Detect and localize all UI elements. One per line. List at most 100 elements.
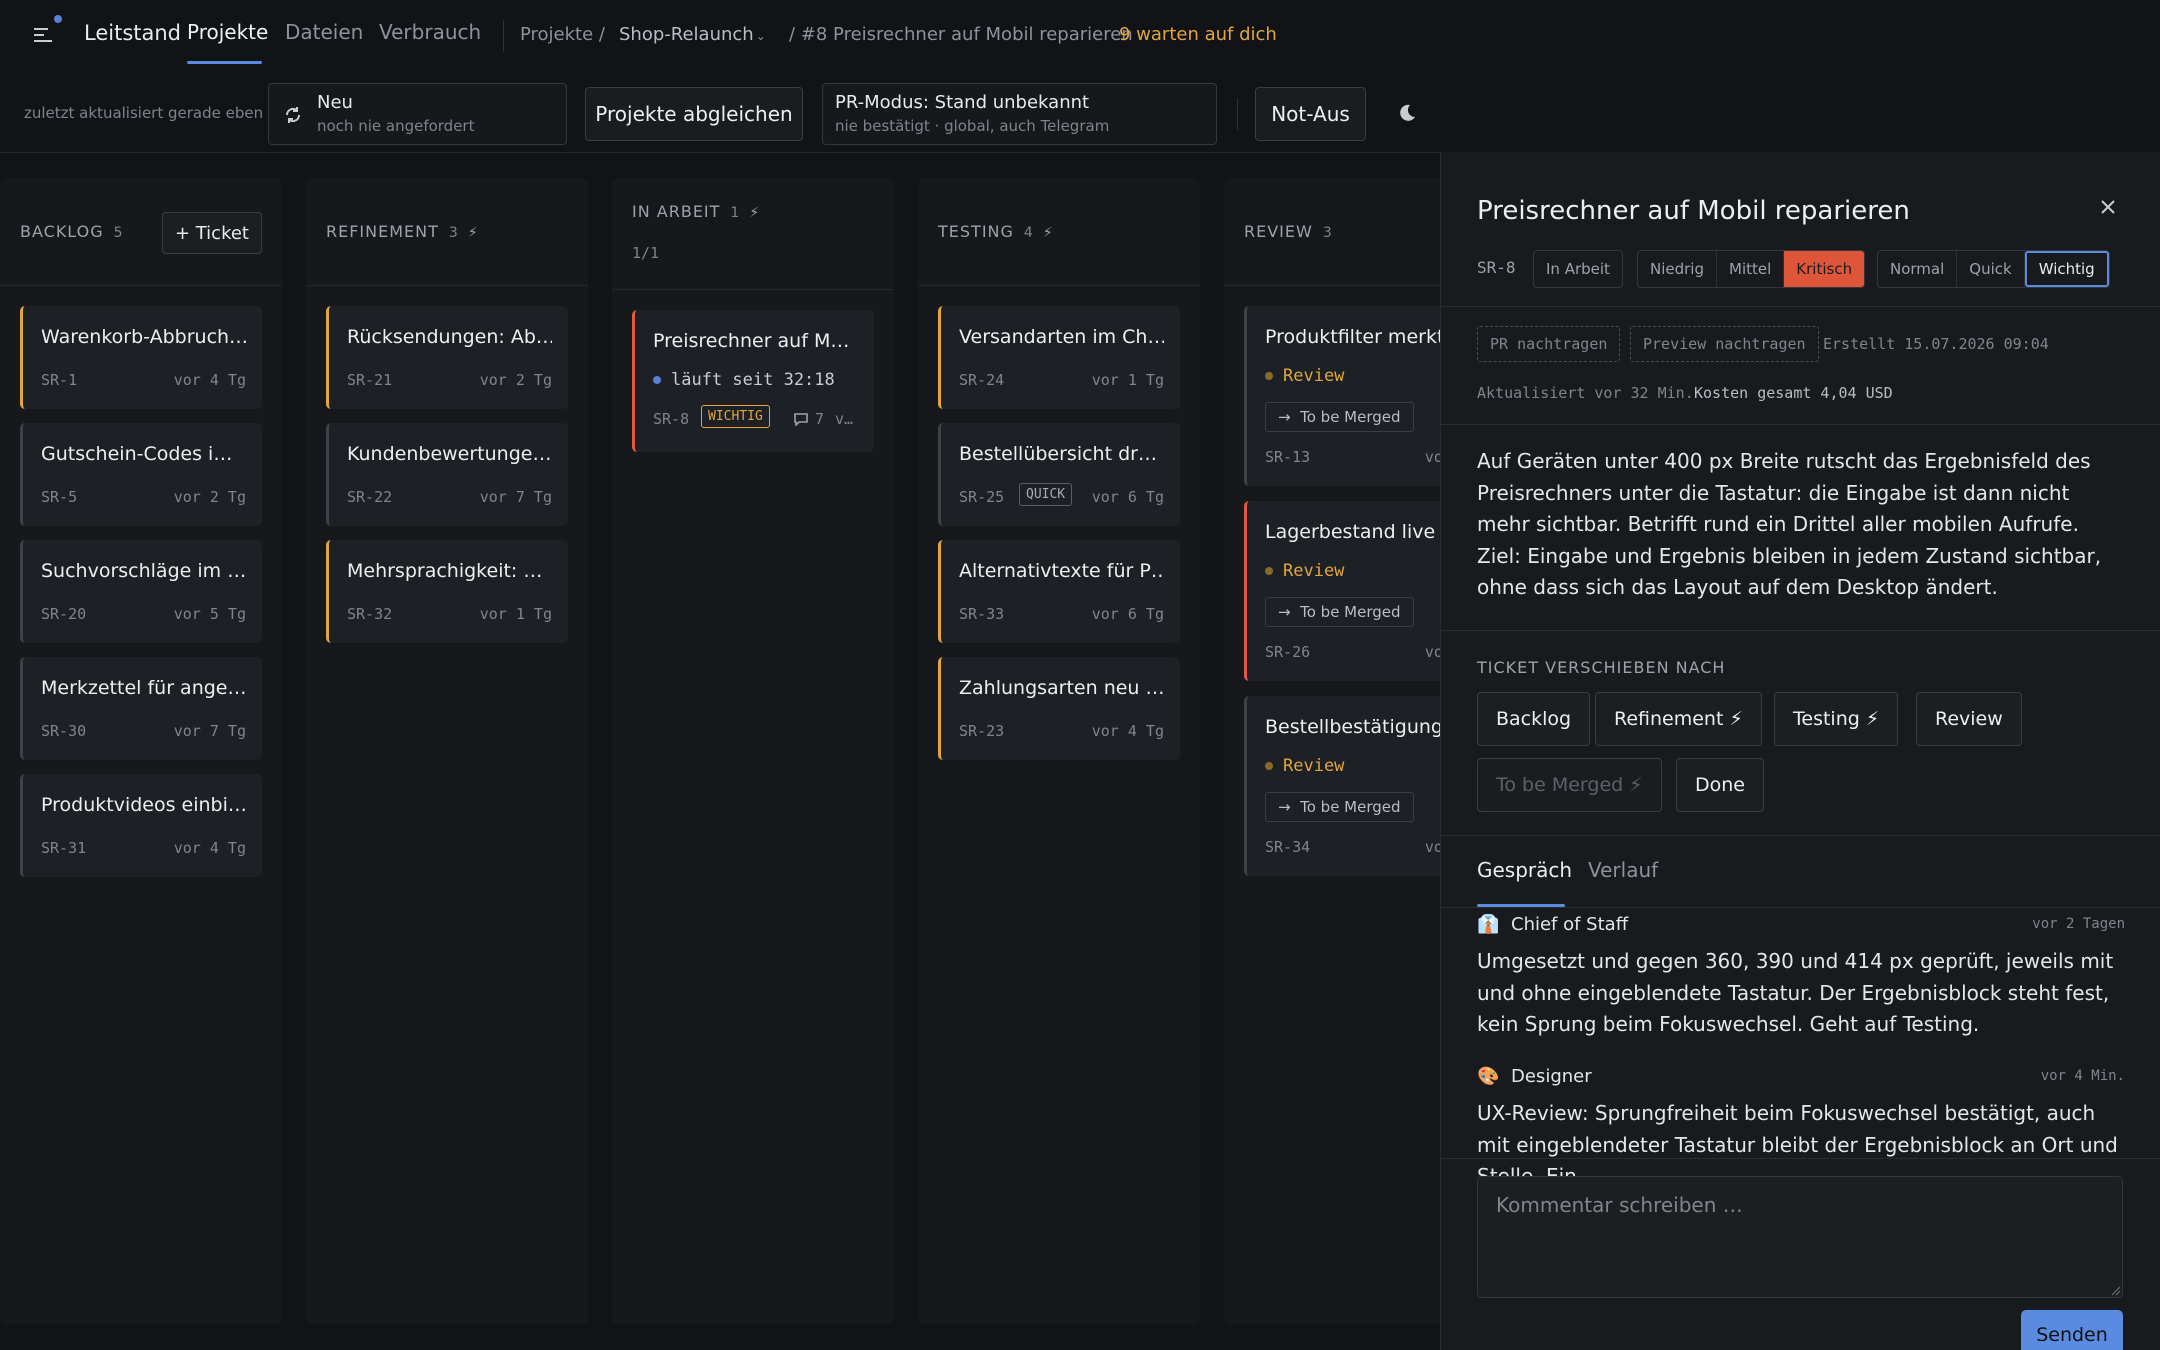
message-text: Umgesetzt und gegen 360, 390 und 414 px … bbox=[1477, 949, 2114, 1036]
tab-dateien[interactable]: Dateien bbox=[285, 20, 363, 44]
menu-icon[interactable] bbox=[32, 15, 62, 46]
tab-history[interactable]: Verlauf bbox=[1588, 858, 1658, 882]
ticket-id: SR-34 bbox=[1265, 838, 1311, 856]
ticket-status: Review bbox=[1265, 561, 1344, 581]
column-divider bbox=[918, 285, 1200, 286]
column-name: BACKLOG bbox=[20, 222, 104, 241]
total-cost: Kosten gesamt 4,04 USD bbox=[1694, 384, 1893, 402]
column-divider bbox=[612, 289, 894, 290]
ticket-title: Zahlungsarten neu … bbox=[959, 677, 1164, 699]
ticket-id: SR-26 bbox=[1265, 643, 1311, 661]
top-navigation: Leitstand Projekte Dateien Verbrauch Pro… bbox=[0, 0, 2160, 70]
ticket-title: Rücksendungen: Ab… bbox=[347, 326, 552, 348]
ticket-card[interactable]: Merkzettel für ange… SR-30 vor 7 Tg bbox=[20, 657, 262, 760]
column-header: IN ARBEIT 1 ⚡ bbox=[632, 202, 760, 221]
priority-medium[interactable]: Mittel bbox=[1717, 251, 1785, 287]
nav-home[interactable]: Leitstand bbox=[84, 21, 181, 45]
status-dot bbox=[1265, 762, 1273, 770]
add-preview-button[interactable]: Preview nachtragen bbox=[1630, 326, 1819, 362]
send-button[interactable]: Senden bbox=[2021, 1310, 2123, 1350]
column-header: BACKLOG 5 bbox=[20, 222, 123, 241]
kill-switch-button[interactable]: Not-Aus bbox=[1255, 87, 1366, 141]
resize-handle-icon[interactable] bbox=[2109, 1284, 2121, 1296]
column-testing: TESTING 4 ⚡ Versandarten im Ch… SR-24 vor … bbox=[918, 178, 1200, 1324]
reconcile-projects-button[interactable]: Projekte abgleichen bbox=[585, 87, 803, 141]
ticket-status: Review bbox=[1265, 366, 1344, 386]
ticket-detail-id: SR-8 bbox=[1477, 258, 1516, 277]
ticket-status-text: Review bbox=[1283, 561, 1345, 581]
column-name: TESTING bbox=[938, 222, 1014, 241]
ticket-card[interactable]: Rücksendungen: Ab… SR-21 vor 2 Tg bbox=[326, 306, 568, 409]
comment-input[interactable]: Kommentar schreiben … bbox=[1477, 1176, 2123, 1298]
panel-divider bbox=[1441, 424, 2160, 425]
moon-icon[interactable] bbox=[1395, 102, 1417, 124]
status-dot bbox=[1265, 567, 1273, 575]
ticket-card[interactable]: Kundenbewertunge… SR-22 vor 7 Tg bbox=[326, 423, 568, 526]
sync-icon bbox=[285, 107, 301, 123]
move-to-review-button[interactable]: Review bbox=[1916, 692, 2022, 746]
ticket-title: Merkzettel für ange… bbox=[41, 677, 246, 699]
sync-status-box[interactable]: Neu noch nie angefordert bbox=[268, 83, 567, 145]
column-divider bbox=[0, 285, 282, 286]
bolt-icon: ⚡ bbox=[1042, 225, 1054, 241]
briefcase-icon: 👔 bbox=[1477, 914, 1500, 935]
priority-low[interactable]: Niedrig bbox=[1638, 251, 1717, 287]
ticket-age: vor 4 Tg bbox=[173, 839, 246, 857]
type-quick[interactable]: Quick bbox=[1957, 251, 2025, 287]
ticket-title: Produktvideos einbi… bbox=[41, 794, 246, 816]
ticket-title: Versandarten im Ch… bbox=[959, 326, 1164, 348]
ticket-card[interactable]: Mehrsprachigkeit: … SR-32 vor 1 Tg bbox=[326, 540, 568, 643]
waiting-count[interactable]: 9 warten auf dich bbox=[1119, 24, 1277, 45]
state-selector[interactable]: In Arbeit bbox=[1533, 250, 1623, 288]
type-normal[interactable]: Normal bbox=[1878, 251, 1958, 287]
panel-divider bbox=[1441, 306, 2160, 307]
ticket-id: SR-25 bbox=[959, 488, 1005, 506]
add-pr-button[interactable]: PR nachtragen bbox=[1477, 326, 1621, 362]
panel-divider bbox=[1441, 835, 2160, 836]
move-to-refinement-button[interactable]: Refinement ⚡ bbox=[1595, 692, 1762, 746]
ticket-age: vor 6 Tg bbox=[1091, 488, 1164, 506]
type-important[interactable]: Wichtig bbox=[2024, 251, 2109, 287]
tab-conversation[interactable]: Gespräch bbox=[1477, 858, 1572, 882]
add-ticket-button[interactable]: + Ticket bbox=[161, 212, 262, 254]
ticket-id: SR-31 bbox=[41, 839, 87, 857]
priority-critical[interactable]: Kritisch bbox=[1784, 251, 1865, 287]
breadcrumb-project[interactable]: Shop-Relaunch ⌄ bbox=[619, 24, 766, 45]
tab-verbrauch[interactable]: Verbrauch bbox=[379, 20, 481, 44]
ticket-status-text: Review bbox=[1283, 366, 1345, 386]
move-section-label: TICKET VERSCHIEBEN NACH bbox=[1477, 658, 1726, 677]
message-author: 🎨 Designer bbox=[1477, 1066, 1592, 1087]
ticket-card[interactable]: Produktvideos einbi… SR-31 vor 4 Tg bbox=[20, 774, 262, 877]
ticket-age: vor 1 Tg bbox=[479, 605, 552, 623]
ticket-age: vor 7 Tg bbox=[173, 722, 246, 740]
bolt-icon: ⚡ bbox=[467, 225, 479, 241]
ticket-id: SR-33 bbox=[959, 605, 1005, 623]
state-option[interactable]: In Arbeit bbox=[1534, 251, 1622, 287]
last-updated-text: zuletzt aktualisiert gerade eben bbox=[24, 104, 264, 122]
tab-projekte[interactable]: Projekte bbox=[187, 20, 268, 44]
ticket-card[interactable]: Warenkorb-Abbruch… SR-1 vor 4 Tg bbox=[20, 306, 262, 409]
close-icon[interactable] bbox=[2093, 192, 2123, 222]
ticket-id: SR-32 bbox=[347, 605, 393, 623]
pr-mode-box[interactable]: PR-Modus: Stand unbekannt nie bestätigt … bbox=[822, 83, 1217, 145]
palette-icon: 🎨 bbox=[1477, 1066, 1500, 1087]
column-header: TESTING 4 ⚡ bbox=[938, 222, 1054, 241]
ticket-card[interactable]: Alternativtexte für P… SR-33 vor 6 Tg bbox=[938, 540, 1180, 643]
move-to-done-button[interactable]: Done bbox=[1676, 758, 1764, 812]
breadcrumb-root[interactable]: Projekte / bbox=[520, 24, 605, 45]
merge-target-pill: → To be Merged bbox=[1265, 597, 1414, 627]
ticket-card[interactable]: Zahlungsarten neu … SR-23 vor 4 Tg bbox=[938, 657, 1180, 760]
move-to-testing-button[interactable]: Testing ⚡ bbox=[1774, 692, 1899, 746]
move-to-backlog-button[interactable]: Backlog bbox=[1477, 692, 1591, 746]
type-selector: Normal Quick Wichtig bbox=[1877, 250, 2110, 288]
move-to-merged-button[interactable]: To be Merged ⚡ bbox=[1477, 758, 1662, 812]
ticket-card[interactable]: Bestellübersicht dr… SR-25 QUICK vor 6 T… bbox=[938, 423, 1180, 526]
ticket-card-active[interactable]: Preisrechner auf M… läuft seit 32:18 SR-… bbox=[632, 310, 874, 452]
ticket-title: Alternativtexte für P… bbox=[959, 560, 1164, 582]
ticket-card[interactable]: Suchvorschläge im … SR-20 vor 5 Tg bbox=[20, 540, 262, 643]
message-time: vor 2 Tagen bbox=[2032, 916, 2125, 932]
sync-title: Neu bbox=[317, 92, 353, 113]
ticket-id: SR-20 bbox=[41, 605, 87, 623]
ticket-card[interactable]: Versandarten im Ch… SR-24 vor 1 Tg bbox=[938, 306, 1180, 409]
ticket-card[interactable]: Gutschein-Codes i… SR-5 vor 2 Tg bbox=[20, 423, 262, 526]
